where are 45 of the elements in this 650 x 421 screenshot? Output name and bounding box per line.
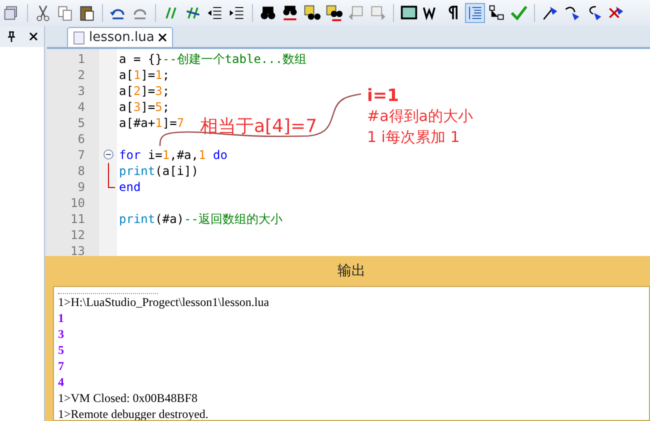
fold-line (108, 163, 115, 188)
line-number: 6 (76, 131, 86, 147)
lua-file-icon (73, 30, 85, 44)
line-number: 7 (76, 147, 86, 163)
code-line: for i=1,#a,1 do (119, 147, 228, 163)
collapse-icon[interactable] (103, 149, 114, 160)
line-number: 3 (76, 83, 86, 99)
annotation-text: 相当于a[4]=7 (200, 115, 318, 139)
close-icon[interactable] (158, 33, 168, 42)
output-line: 3 (58, 326, 65, 342)
code-line: a[1]=1; (119, 67, 170, 83)
checkmark-icon[interactable] (509, 3, 529, 23)
output-line: 1>H:\LuaStudio_Progect\lesson1\lesson.lua (58, 294, 270, 310)
line-number: 1 (76, 51, 86, 67)
output-line: 7 (58, 358, 65, 374)
panel-title: 输出 (336, 262, 366, 280)
code-line: a[#a+1]=7 (119, 115, 184, 131)
replace-in-files-icon[interactable] (324, 3, 344, 23)
output-line: 4 (58, 374, 65, 390)
line-number: 11 (70, 211, 86, 227)
annotation-text: 1 i每次累加 1 (367, 127, 460, 148)
line-number: 5 (76, 115, 86, 131)
annotation-text: #a得到a的大小 (367, 106, 473, 127)
line-number: 9 (76, 179, 86, 195)
outline-icon[interactable] (487, 3, 507, 23)
line-number: 8 (76, 163, 86, 179)
line-number: 13 (70, 243, 86, 259)
indent-guides-icon[interactable] (465, 3, 485, 23)
output-line: 1 (58, 310, 65, 326)
output-line: 5 (58, 342, 65, 358)
code-line: print(a[i]) (119, 163, 198, 179)
close-icon[interactable] (28, 32, 38, 41)
file-tab[interactable]: lesson.lua (67, 27, 174, 47)
line-number: 10 (70, 195, 86, 211)
pin-icon[interactable] (6, 31, 16, 42)
code-line: a = {}--创建一个table...数组 (119, 51, 307, 67)
annotation-text: i=1 (367, 85, 399, 108)
output-line: 1>VM Closed: 0x00B48BF8 (58, 390, 198, 406)
code-line: a[2]=3; (119, 83, 170, 99)
code-line: print(#a)--返回数组的大小 (119, 211, 282, 227)
code-line: end (119, 179, 141, 195)
line-number: 4 (76, 99, 86, 115)
line-number: 12 (70, 227, 86, 243)
code-line: a[3]=5; (119, 99, 170, 115)
line-number: 2 (76, 67, 86, 83)
